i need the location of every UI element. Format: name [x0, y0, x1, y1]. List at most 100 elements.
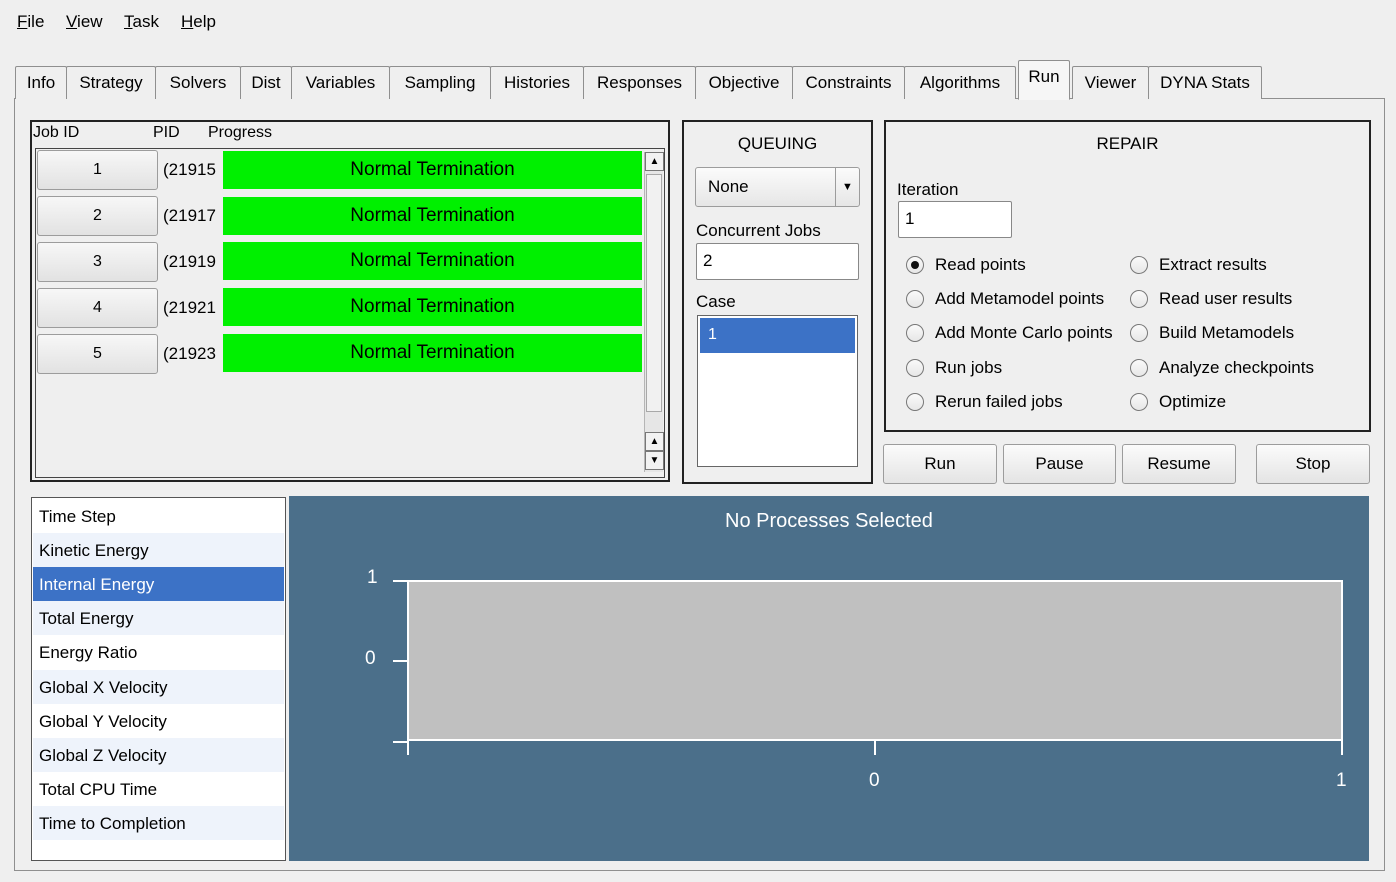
- tab-dyna-stats[interactable]: DYNA Stats: [1148, 66, 1262, 99]
- tab-label: Responses: [596, 73, 683, 92]
- repair-title: REPAIR: [1096, 134, 1159, 153]
- radio-label: Rerun failed jobs: [935, 392, 1063, 411]
- x-tick-mark: [874, 741, 876, 755]
- menu-file[interactable]: File: [17, 12, 44, 32]
- radio-label: Add Monte Carlo points: [935, 323, 1113, 342]
- radio-icon[interactable]: [906, 393, 924, 411]
- job-button-2[interactable]: 2: [37, 196, 158, 236]
- variable-item[interactable]: Time to Completion: [33, 806, 284, 840]
- scroll-up-icon[interactable]: ▲: [645, 152, 664, 171]
- tab-label: Objective: [708, 73, 780, 92]
- tab-label: Constraints: [805, 73, 892, 92]
- y-tick-label: 1: [367, 567, 378, 588]
- tab-sampling[interactable]: Sampling: [389, 66, 491, 99]
- variable-item[interactable]: Energy Ratio: [33, 635, 284, 669]
- radio-build-metamodels[interactable]: Build Metamodels: [1130, 323, 1294, 343]
- queue-select[interactable]: None ▼: [695, 167, 860, 207]
- repair-frame: [884, 120, 1371, 432]
- radio-icon[interactable]: [1130, 324, 1148, 342]
- tab-constraints[interactable]: Constraints: [792, 66, 905, 99]
- variable-item[interactable]: Global Y Velocity: [33, 704, 284, 738]
- x-tick-label: 1: [1336, 770, 1347, 791]
- menu-view[interactable]: View: [66, 12, 103, 32]
- radio-add-metamodel-points[interactable]: Add Metamodel points: [906, 289, 1104, 309]
- tab-dist[interactable]: Dist: [240, 66, 292, 99]
- radio-read-user-results[interactable]: Read user results: [1130, 289, 1292, 309]
- case-label: Case: [696, 292, 736, 311]
- tab-viewer[interactable]: Viewer: [1072, 66, 1149, 99]
- job-status: Normal Termination: [350, 342, 515, 363]
- stop-button[interactable]: Stop: [1256, 444, 1370, 484]
- case-item[interactable]: 1: [700, 318, 855, 353]
- progress-header: Progress: [208, 124, 273, 141]
- scroll-up-icon[interactable]: ▲: [645, 432, 664, 451]
- tab-responses[interactable]: Responses: [583, 66, 696, 99]
- job-id-header: Job ID: [33, 124, 80, 141]
- scrollbar-thumb[interactable]: [646, 174, 662, 412]
- tab-label: DYNA Stats: [1160, 73, 1250, 92]
- tab-label: Dist: [251, 73, 281, 92]
- tab-algorithms[interactable]: Algorithms: [904, 66, 1016, 99]
- variable-item[interactable]: Total Energy: [33, 601, 284, 635]
- radio-icon[interactable]: [1130, 393, 1148, 411]
- variable-item-selected[interactable]: Internal Energy: [33, 567, 284, 601]
- tab-label: Histories: [503, 73, 571, 92]
- variable-item[interactable]: Total CPU Time: [33, 772, 284, 806]
- queue-select-value: None: [708, 177, 749, 196]
- run-button[interactable]: Run: [883, 444, 997, 484]
- radio-read-points[interactable]: Read points: [906, 255, 1026, 275]
- job-button-5[interactable]: 5: [37, 334, 158, 374]
- radio-icon[interactable]: [1130, 256, 1148, 274]
- radio-icon[interactable]: [906, 290, 924, 308]
- variable-item[interactable]: Kinetic Energy: [33, 533, 284, 567]
- y-tick-mark: [393, 580, 407, 582]
- variable-list[interactable]: Time Step Kinetic Energy Internal Energy…: [31, 497, 286, 861]
- radio-icon[interactable]: [906, 359, 924, 377]
- chevron-down-icon[interactable]: ▼: [835, 168, 859, 206]
- job-status: Normal Termination: [350, 296, 515, 317]
- tab-variables[interactable]: Variables: [291, 66, 390, 99]
- tab-strategy[interactable]: Strategy: [66, 66, 156, 99]
- job-progress-bar: Normal Termination: [223, 334, 642, 372]
- concurrent-jobs-label: Concurrent Jobs: [696, 221, 821, 240]
- job-button-1[interactable]: 1: [37, 150, 158, 190]
- radio-icon[interactable]: [1130, 290, 1148, 308]
- radio-add-monte-carlo-points[interactable]: Add Monte Carlo points: [906, 323, 1113, 343]
- tab-info[interactable]: Info: [15, 66, 67, 99]
- tab-histories[interactable]: Histories: [490, 66, 584, 99]
- tab-run[interactable]: Run: [1018, 60, 1070, 100]
- tab-label: Strategy: [79, 73, 143, 92]
- menu-task[interactable]: Task: [124, 12, 159, 32]
- plot-area: [407, 580, 1343, 741]
- variable-item[interactable]: Time Step: [33, 499, 284, 533]
- job-pid: (21917: [163, 206, 216, 225]
- radio-run-jobs[interactable]: Run jobs: [906, 358, 1002, 378]
- variable-item[interactable]: Global X Velocity: [33, 670, 284, 704]
- job-button-4[interactable]: 4: [37, 288, 158, 328]
- concurrent-jobs-input[interactable]: 2: [696, 243, 859, 280]
- radio-extract-results[interactable]: Extract results: [1130, 255, 1267, 275]
- job-pid: (21919: [163, 252, 216, 271]
- tab-solvers[interactable]: Solvers: [155, 66, 241, 99]
- iteration-input[interactable]: 1: [898, 201, 1012, 238]
- case-list[interactable]: 1: [697, 315, 858, 467]
- radio-analyze-checkpoints[interactable]: Analyze checkpoints: [1130, 358, 1314, 378]
- scroll-down-icon[interactable]: ▼: [645, 451, 664, 470]
- pid-header: PID: [153, 124, 180, 141]
- tab-label: Solvers: [169, 73, 227, 92]
- radio-checked-icon[interactable]: [906, 256, 924, 274]
- job-progress-bar: Normal Termination: [223, 288, 642, 326]
- tab-objective[interactable]: Objective: [695, 66, 793, 99]
- radio-label: Optimize: [1159, 392, 1227, 411]
- menu-help[interactable]: Help: [181, 12, 216, 32]
- job-list-scrollbar[interactable]: ▲ ▲ ▼: [644, 152, 664, 472]
- variable-item[interactable]: Global Z Velocity: [33, 738, 284, 772]
- pause-button[interactable]: Pause: [1003, 444, 1116, 484]
- radio-icon[interactable]: [1130, 359, 1148, 377]
- radio-optimize[interactable]: Optimize: [1130, 392, 1226, 412]
- tab-label: Sampling: [404, 73, 476, 92]
- job-button-3[interactable]: 3: [37, 242, 158, 282]
- resume-button[interactable]: Resume: [1122, 444, 1236, 484]
- radio-icon[interactable]: [906, 324, 924, 342]
- radio-rerun-failed-jobs[interactable]: Rerun failed jobs: [906, 392, 1063, 412]
